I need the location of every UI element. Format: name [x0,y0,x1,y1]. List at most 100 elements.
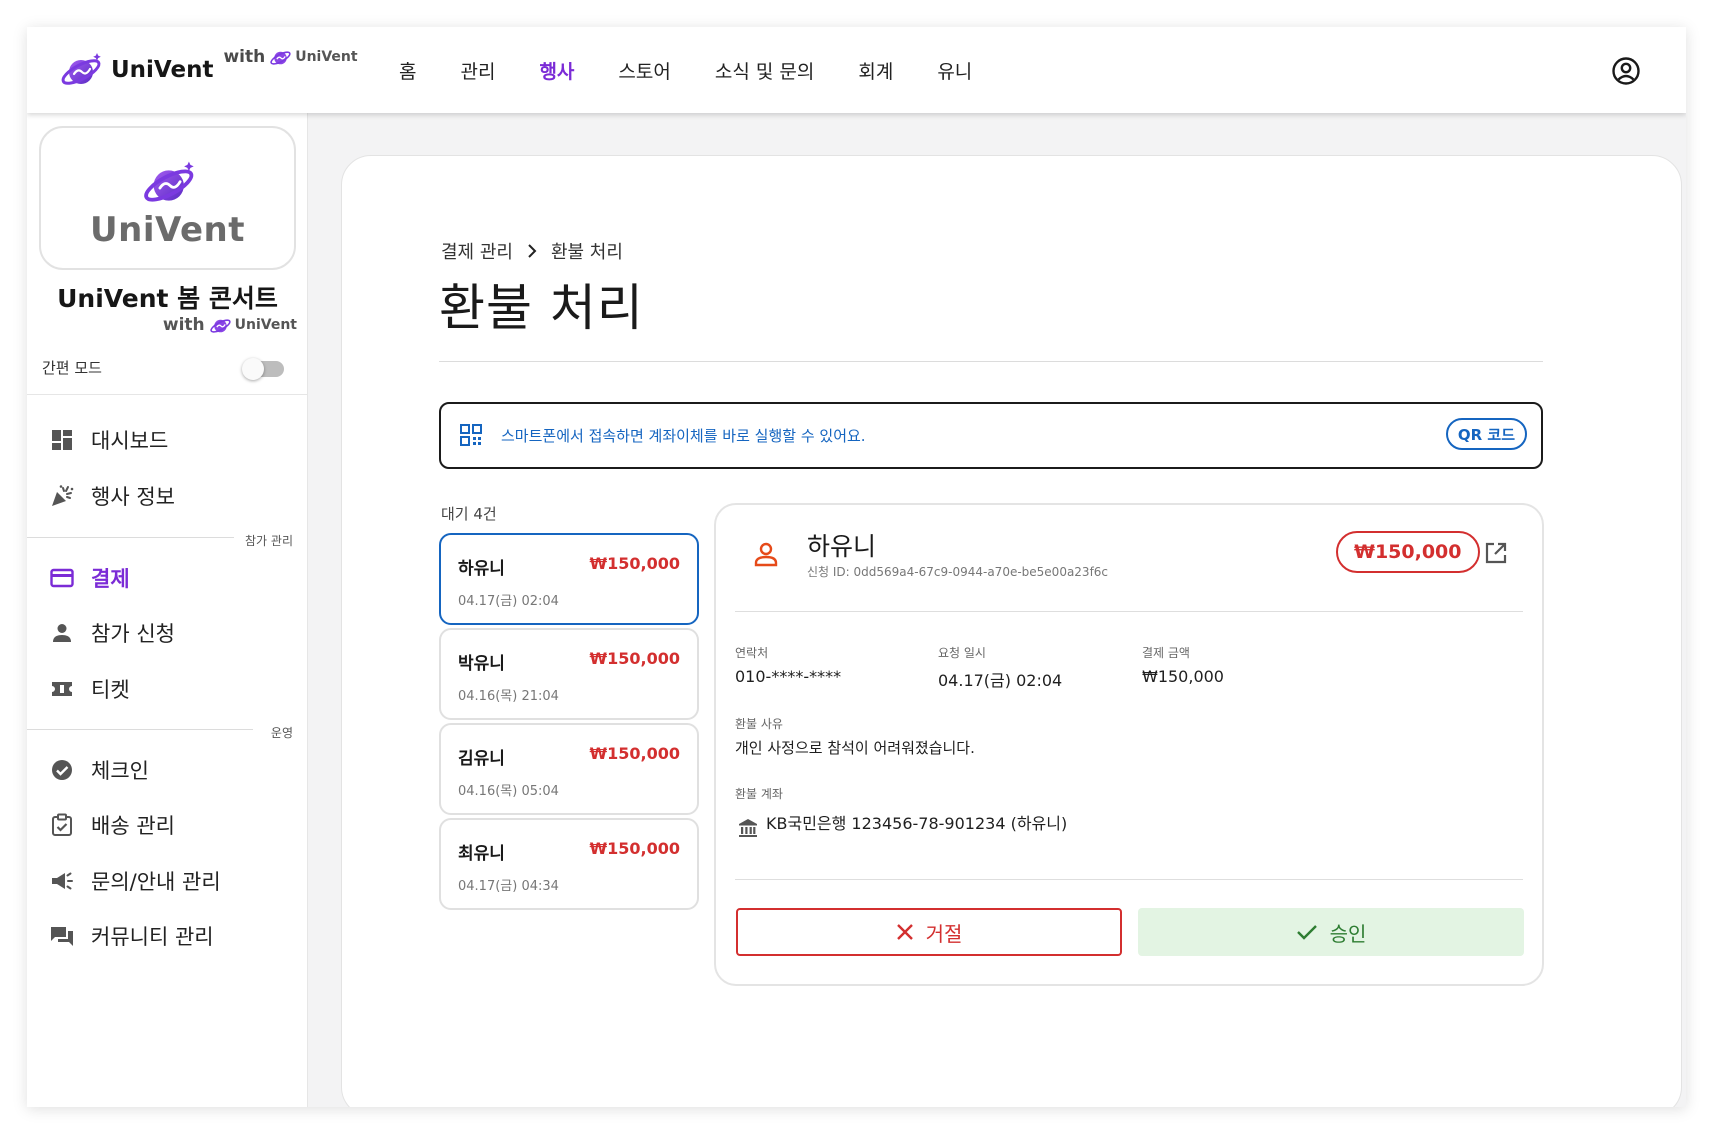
request-amount: ₩150,000 [589,554,680,573]
contact-label: 연락처 [735,646,769,660]
payment-amount-label: 결제 금액 [1142,646,1190,660]
with-brand-name: UniVent [234,317,297,333]
ticket-icon [49,676,75,702]
refund-request-card[interactable]: 김유니 ₩150,000 04.16(목) 05:04 [439,723,699,815]
request-date: 04.16(목) 21:04 [458,689,559,704]
brand[interactable]: UniVent with UniVent [59,45,358,95]
nav-uni[interactable]: 유니 [915,57,994,84]
request-date: 04.17(금) 04:34 [458,879,559,894]
contact-value: 010-****-**** [735,667,842,686]
reject-label: 거절 [925,921,963,946]
requested-at-value: 04.17(금) 02:04 [938,671,1063,690]
qr-banner: 스마트폰에서 접속하면 계좌이체를 바로 실행할 수 있어요. QR 코드 [439,402,1543,469]
refund-account-label: 환불 계좌 [735,787,783,801]
univent-logo-icon [61,53,101,85]
detail-name: 하유니 [807,532,877,561]
sidebar-item-payment[interactable]: 결제 [49,561,130,595]
refund-account-value: KB국민은행 123456-78-901234 (하유니) [766,814,1068,833]
qr-code-icon [460,424,482,446]
simple-mode-toggle[interactable] [242,358,284,380]
sidebar-item-label: 대시보드 [91,429,169,453]
sidebar-item-delivery[interactable]: 배송 관리 [49,808,175,842]
sidebar-item-registration[interactable]: 참가 신청 [49,616,175,650]
sidebar-item-inquiry-notice[interactable]: 문의/안내 관리 [49,864,221,898]
brand-name: UniVent [111,57,214,83]
amount-chip: ₩150,000 [1336,531,1480,573]
chevron-right-icon [528,244,537,258]
breadcrumb: 결제 관리 환불 처리 [441,238,623,264]
refund-reason-label: 환불 사유 [735,717,783,731]
request-amount: ₩150,000 [589,839,680,858]
with-brand-name: UniVent [295,49,358,65]
refund-detail-card: 하유니 신청 ID: 0dd569a4-67c9-0944-a70e-be5e0… [714,503,1544,986]
event-logo-card: UniVent [39,126,296,270]
celebration-icon [49,483,75,509]
open-in-new-icon[interactable] [1484,541,1508,565]
page-title: 환불 처리 [439,279,644,337]
main-content: 결제 관리 환불 처리 환불 처리 스마트폰에서 접속하면 계좌이체를 바로 실… [341,155,1682,1107]
close-icon [896,924,913,940]
request-date: 04.17(금) 02:04 [458,594,559,609]
qr-banner-text: 스마트폰에서 접속하면 계좌이체를 바로 실행할 수 있어요. [501,427,866,445]
sidebar-item-dashboard[interactable]: 대시보드 [49,423,168,457]
refund-request-card[interactable]: 박유니 ₩150,000 04.16(목) 21:04 [439,628,699,720]
group-label-operations: 운영 [270,726,293,740]
refund-request-card[interactable]: 최유니 ₩150,000 04.17(금) 04:34 [439,818,699,910]
refund-reason-value: 개인 사정으로 참석이 어려워졌습니다. [735,739,975,757]
request-name: 박유니 [458,654,505,674]
pending-count: 대기 4건 [441,505,497,523]
sidebar-item-ticket[interactable]: 티켓 [49,672,130,706]
sidebar-item-label: 결제 [91,567,130,591]
univent-logo-icon [144,161,194,202]
detail-divider [735,879,1523,880]
simple-mode-label: 간편 모드 [42,359,102,377]
reject-button[interactable]: 거절 [736,908,1122,956]
nav-manage[interactable]: 관리 [438,57,517,84]
univent-mini-logo-icon [270,51,291,65]
nav-home[interactable]: 홈 [377,57,438,84]
sidebar-item-label: 행사 정보 [91,485,175,509]
check-circle-icon [49,757,75,783]
event-with-brand: with UniVent [163,313,297,337]
breadcrumb-parent[interactable]: 결제 관리 [441,238,513,264]
sidebar-item-label: 배송 관리 [91,814,175,838]
payment-amount-value: ₩150,000 [1142,667,1224,686]
main-nav: 홈 관리 행사 스토어 소식 및 문의 회계 유니 [377,27,994,113]
request-name: 하유니 [458,559,505,579]
qr-code-button[interactable]: QR 코드 [1445,418,1527,450]
sidebar-item-label: 커뮤니티 관리 [91,925,214,949]
with-text: with [223,47,266,67]
bank-icon [739,819,757,837]
title-divider [439,361,1543,362]
request-date: 04.16(목) 05:04 [458,784,559,799]
sidebar-item-event-info[interactable]: 행사 정보 [49,479,175,513]
top-header: UniVent with UniVent 홈 관리 행사 스토어 소식 및 문의… [27,27,1686,113]
toggle-knob[interactable] [242,358,264,380]
approve-button[interactable]: 승인 [1138,908,1524,956]
with-text: with [162,315,205,335]
nav-store[interactable]: 스토어 [596,57,692,84]
group-label-participation: 참가 관리 [245,534,293,548]
breadcrumb-current: 환불 처리 [550,242,623,263]
sidebar-item-checkin[interactable]: 체크인 [49,753,149,787]
request-amount: ₩150,000 [589,649,680,668]
nav-accounting[interactable]: 회계 [836,57,915,84]
group-divider [27,537,234,538]
request-id: 신청 ID: 0dd569a4-67c9-0944-a70e-be5e00a23… [807,565,1109,579]
credit-card-icon [49,565,75,591]
approve-label: 승인 [1329,921,1367,946]
sidebar-item-label: 체크인 [91,759,149,783]
request-amount: ₩150,000 [589,744,680,763]
request-name: 최유니 [458,844,505,864]
account-circle-icon[interactable] [1610,55,1642,87]
dashboard-icon [49,427,75,453]
sidebar-item-label: 참가 신청 [91,622,175,646]
refund-request-card[interactable]: 하유니 ₩150,000 04.17(금) 02:04 [439,533,699,625]
nav-news-inquiry[interactable]: 소식 및 문의 [693,57,836,84]
nav-events[interactable]: 행사 [517,57,596,84]
requested-at-label: 요청 일시 [938,646,986,660]
sidebar-item-label: 티켓 [91,678,130,702]
sidebar: UniVent UniVent 봄 콘서트 with UniVent 간편 모드… [27,113,308,1107]
event-title: UniVent 봄 콘서트 [57,284,278,313]
sidebar-item-community[interactable]: 커뮤니티 관리 [49,919,214,953]
